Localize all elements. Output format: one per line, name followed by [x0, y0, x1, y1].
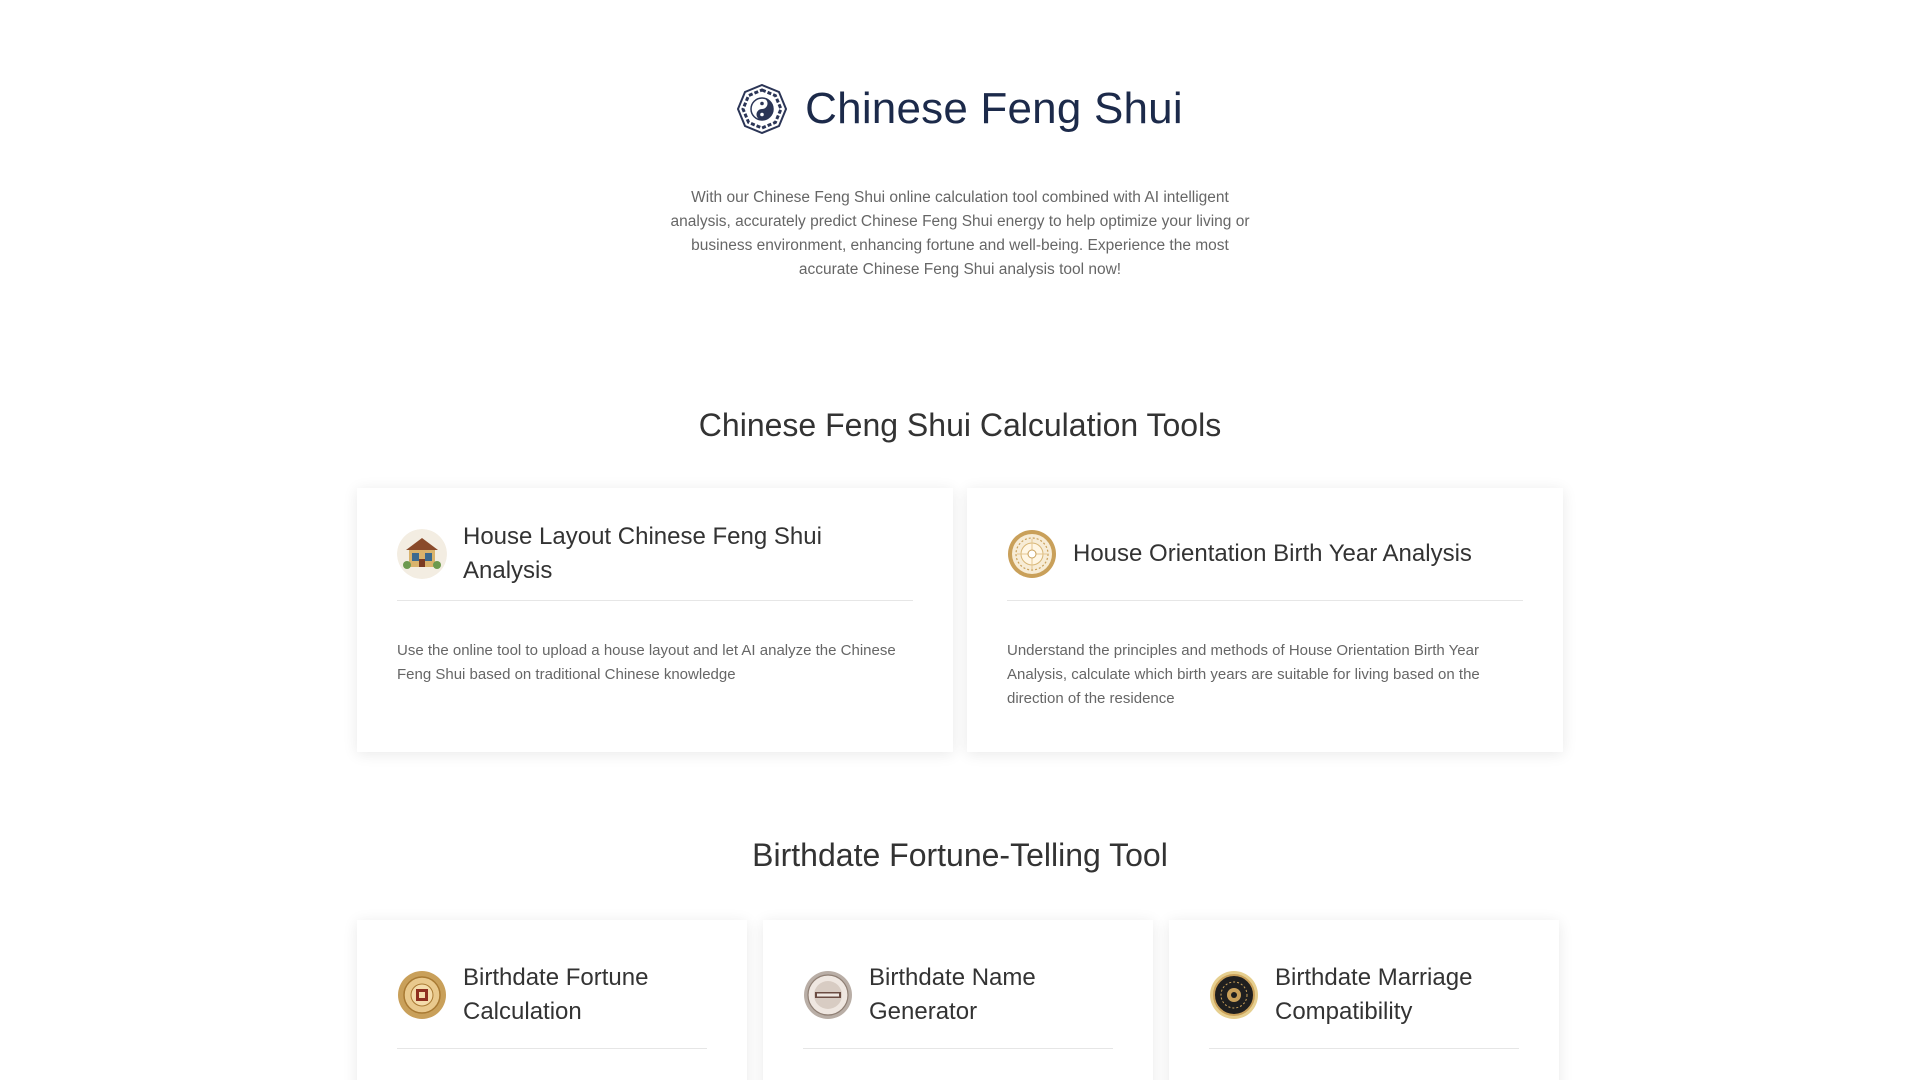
- card-title: House Layout Chinese Feng Shui Analysis: [463, 523, 822, 584]
- card-header: Birthdate Marriage Compatibility: [1209, 960, 1519, 1049]
- calculation-tools-cards: House Layout Chinese Feng Shui Analysis …: [357, 488, 1563, 752]
- card-description: Understand the principles and methods of…: [1007, 642, 1480, 707]
- card-header: House Orientation Birth Year Analysis: [1007, 528, 1523, 601]
- page-title: Chinese Feng Shui: [805, 84, 1183, 133]
- calculation-tools-heading: Chinese Feng Shui Calculation Tools: [698, 407, 1222, 443]
- card-header: House Layout Chinese Feng Shui Analysis: [397, 523, 913, 601]
- card-header: Birthdate Name Generator: [803, 960, 1113, 1049]
- card-description: Use the online tool to upload a house la…: [397, 642, 896, 683]
- birthdate-marriage-card[interactable]: Birthdate Marriage Compatibility: [1169, 920, 1559, 1080]
- page: Chinese Feng Shui With our Chinese Feng …: [0, 0, 1920, 1080]
- birthdate-tools-heading: Birthdate Fortune-Telling Tool: [752, 837, 1168, 873]
- birthdate-fortune-card[interactable]: Birthdate Fortune Calculation: [357, 920, 747, 1080]
- bagua-icon: [737, 83, 788, 135]
- house-layout-card[interactable]: House Layout Chinese Feng Shui Analysis …: [357, 488, 953, 752]
- card-title: House Orientation Birth Year Analysis: [1073, 540, 1472, 567]
- fortune-coin-icon: [397, 970, 447, 1020]
- birthdate-name-card[interactable]: Birthdate Name Generator: [763, 920, 1153, 1080]
- calculation-tools-section: Chinese Feng Shui Calculation Tools Hous…: [0, 407, 1920, 752]
- card-title: Birthdate Marriage Compatibility: [1275, 964, 1473, 1025]
- name-seal-icon: [803, 970, 853, 1020]
- house-orientation-card[interactable]: House Orientation Birth Year Analysis Un…: [967, 488, 1563, 752]
- marriage-medallion-icon: [1209, 970, 1259, 1020]
- hero-title-row: Chinese Feng Shui: [0, 83, 1920, 135]
- card-header: Birthdate Fortune Calculation: [397, 960, 707, 1049]
- house-layout-icon: [397, 529, 447, 579]
- hero-section: Chinese Feng Shui With our Chinese Feng …: [0, 0, 1920, 282]
- birthdate-tools-section: Birthdate Fortune-Telling Tool Birthdate…: [0, 837, 1920, 1080]
- card-title: Birthdate Name Generator: [869, 964, 1036, 1025]
- card-title: Birthdate Fortune Calculation: [463, 964, 649, 1025]
- hero-description: With our Chinese Feng Shui online calcul…: [670, 189, 1250, 278]
- compass-icon: [1007, 529, 1057, 579]
- birthdate-tools-cards: Birthdate Fortune Calculation Birthdate …: [357, 920, 1563, 1080]
